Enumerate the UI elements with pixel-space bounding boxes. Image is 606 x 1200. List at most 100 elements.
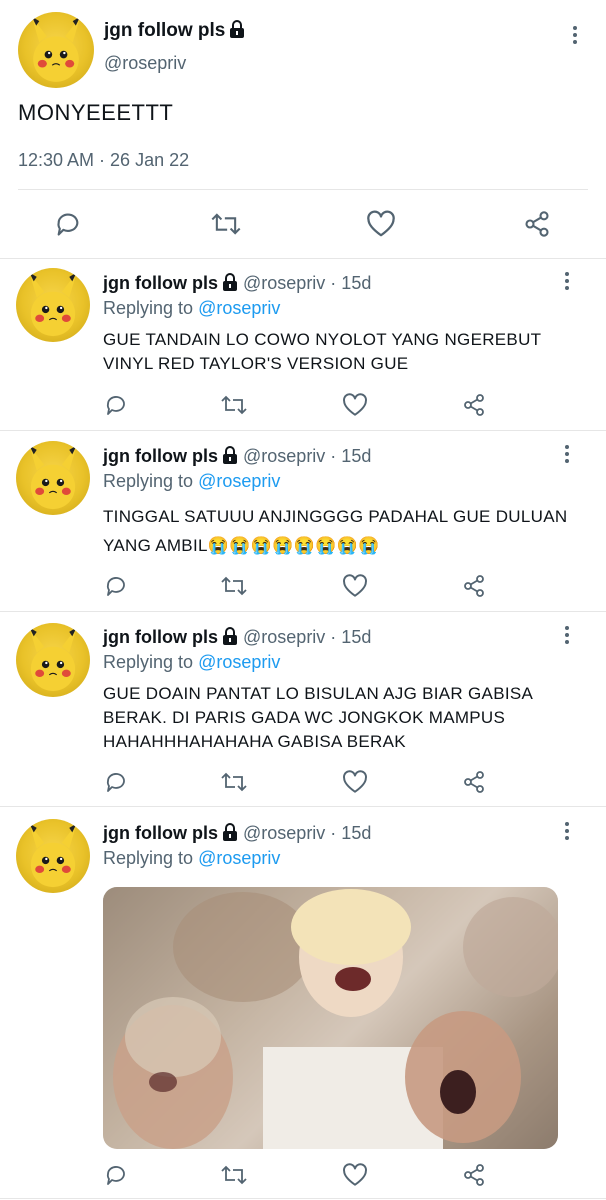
reply-button[interactable] [104,1163,128,1187]
more-options-button[interactable] [558,822,576,846]
avatar[interactable] [16,268,90,342]
avatar[interactable] [16,623,90,697]
reply-icon [57,213,79,236]
retweet-icon [221,395,247,415]
tweet-text: MONYEEETTT [18,100,174,125]
heart-icon [343,574,367,597]
pikachu-avatar-image [29,445,77,510]
reply-button[interactable] [104,393,128,417]
handle-time[interactable]: @rosepriv · 15d [243,273,371,293]
pikachu-avatar-image [29,272,77,337]
reply-header: jgn follow pls @rosepriv · 15d [103,627,371,650]
reply-icon [106,577,125,596]
user-handle[interactable]: @rosepriv [104,53,186,74]
share-button[interactable] [462,1163,486,1187]
reply-icon [106,773,125,792]
tweet-text: TINGGAL SATUUU ANJINGGGG PADAHAL GUE DUL… [103,507,568,555]
more-options-icon [558,626,576,644]
pikachu-avatar-image [29,823,77,888]
reply-header: jgn follow pls @rosepriv · 15d [103,823,371,846]
heart-icon [343,393,367,416]
avatar[interactable] [18,12,94,88]
lock-icon [222,446,238,469]
tweet-timestamp[interactable]: 12:30 AM · 26 Jan 22 [18,150,189,171]
like-button[interactable] [342,1163,368,1187]
share-button[interactable] [523,210,551,238]
replying-prefix: Replying to [103,848,194,868]
replying-prefix: Replying to [103,471,194,491]
share-button[interactable] [462,393,486,417]
replying-to: Replying to @rosepriv [103,471,280,492]
reply-icon [106,396,125,415]
reply-icon [106,1166,125,1185]
more-options-icon [558,822,576,840]
retweet-button[interactable] [220,1163,248,1187]
like-button[interactable] [342,770,368,794]
more-options-button[interactable] [558,445,576,469]
replying-to-link[interactable]: @rosepriv [198,652,280,672]
share-icon [464,394,484,416]
crying-faces-photo [103,887,558,1149]
lock-icon [222,273,238,296]
display-name[interactable]: jgn follow pls [103,273,218,293]
reply-button[interactable] [104,770,128,794]
display-name[interactable]: jgn follow pls [103,823,218,843]
display-name[interactable]: jgn follow pls [104,20,245,44]
divider [0,611,606,612]
heart-icon [343,770,367,793]
avatar[interactable] [16,819,90,893]
more-options-icon [558,445,576,463]
more-options-icon [566,26,584,44]
retweet-icon [221,576,247,596]
replying-prefix: Replying to [103,298,194,318]
heart-icon [343,1163,367,1186]
replying-to: Replying to @rosepriv [103,298,280,319]
pikachu-avatar-image [31,16,81,82]
retweet-button[interactable] [210,210,242,238]
share-icon [464,1164,484,1186]
more-options-button[interactable] [566,26,584,50]
like-button[interactable] [366,210,396,238]
replying-to-link[interactable]: @rosepriv [198,848,280,868]
avatar[interactable] [16,441,90,515]
divider [0,258,606,259]
replying-prefix: Replying to [103,652,194,672]
handle-time[interactable]: @rosepriv · 15d [243,627,371,647]
pikachu-avatar-image [29,627,77,692]
heart-icon [367,210,395,237]
replying-to-link[interactable]: @rosepriv [198,298,280,318]
share-button[interactable] [462,770,486,794]
share-button[interactable] [462,574,486,598]
reply-header: jgn follow pls @rosepriv · 15d [103,273,371,296]
more-options-button[interactable] [558,272,576,296]
tweet-media-image[interactable] [103,887,558,1149]
retweet-button[interactable] [220,770,248,794]
reply-button[interactable] [54,210,82,238]
reply-button[interactable] [104,574,128,598]
divider [0,806,606,807]
retweet-icon [211,213,241,235]
like-button[interactable] [342,574,368,598]
lock-icon [222,823,238,846]
more-options-button[interactable] [558,626,576,650]
divider [18,189,588,190]
replying-to-link[interactable]: @rosepriv [198,471,280,491]
retweet-button[interactable] [220,574,248,598]
divider [0,430,606,431]
share-icon [464,771,484,793]
replying-to: Replying to @rosepriv [103,652,280,673]
display-name[interactable]: jgn follow pls [103,446,218,466]
like-button[interactable] [342,393,368,417]
reply-header: jgn follow pls @rosepriv · 15d [103,446,371,469]
tweet-text: GUE TANDAIN LO COWO NYOLOT YANG NGEREBUT… [103,330,542,373]
handle-time[interactable]: @rosepriv · 15d [243,823,371,843]
display-name[interactable]: jgn follow pls [103,627,218,647]
tweet-text: GUE DOAIN PANTAT LO BISULAN AJG BIAR GAB… [103,684,533,751]
more-options-icon [558,272,576,290]
share-icon [464,575,484,597]
retweet-icon [221,1165,247,1185]
divider [0,1198,606,1199]
retweet-button[interactable] [220,393,248,417]
retweet-icon [221,772,247,792]
handle-time[interactable]: @rosepriv · 15d [243,446,371,466]
